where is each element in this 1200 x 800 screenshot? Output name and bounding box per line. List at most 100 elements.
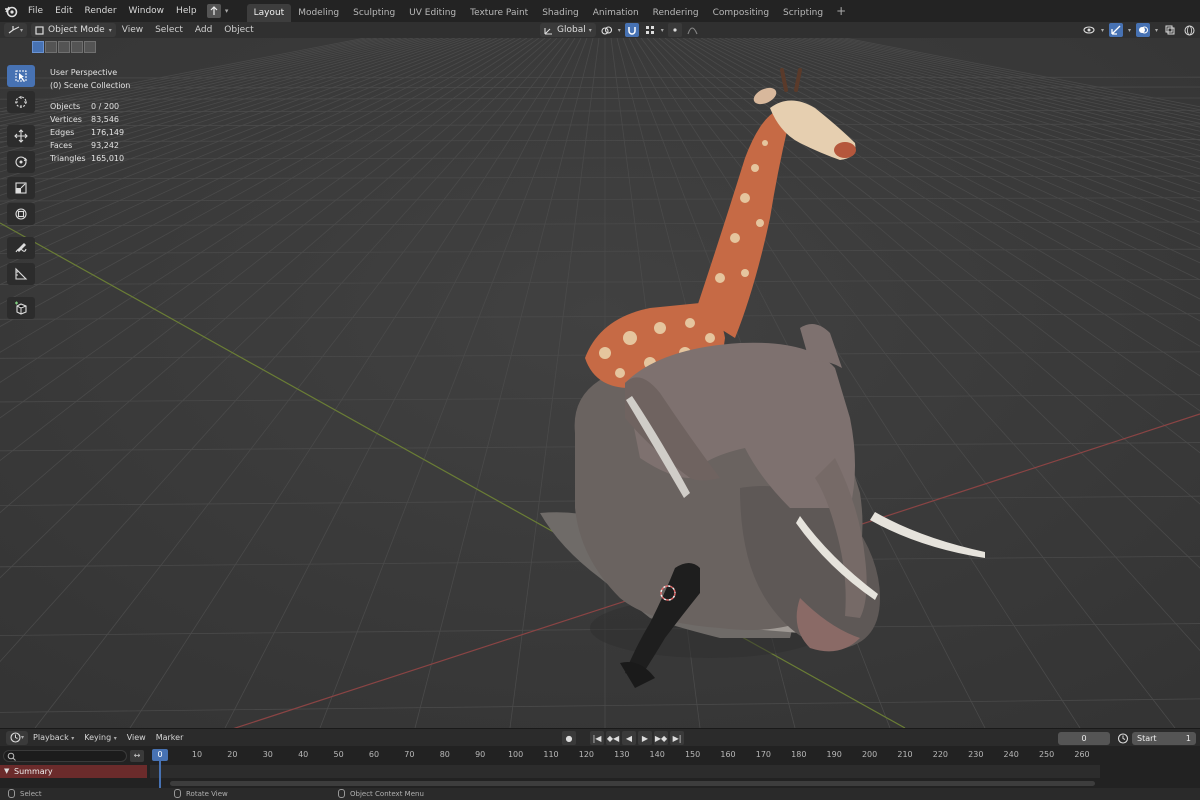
tab-modeling[interactable]: Modeling [291, 4, 346, 22]
chevron-down-icon[interactable]: ▾ [221, 7, 233, 15]
pivot-point-icon[interactable] [600, 23, 614, 37]
measure-icon[interactable] [7, 263, 35, 285]
ruler-tick-label: 260 [1074, 750, 1090, 759]
chevron-down-icon: ▾ [21, 734, 25, 741]
viewport-header: ▾ Object Mode ▾ View Select Add Object G… [0, 22, 1200, 38]
jump-start-icon[interactable]: |◀ [590, 731, 604, 745]
current-frame-indicator[interactable]: 0 [152, 749, 168, 761]
ruler-tick-label: 100 [507, 750, 524, 759]
record-icon[interactable]: ● [562, 731, 576, 745]
tab-sculpting[interactable]: Sculpting [346, 4, 402, 22]
transform-icon[interactable] [7, 203, 35, 225]
add-cube-icon[interactable] [7, 297, 35, 319]
next-keyframe-icon[interactable]: ▶◆ [654, 731, 668, 745]
snap-icon[interactable] [624, 23, 639, 37]
prev-keyframe-icon[interactable]: ◆◀ [606, 731, 620, 745]
proportional-edit-icon[interactable] [667, 23, 682, 37]
select-box-icon[interactable] [7, 65, 35, 87]
move-icon[interactable] [7, 125, 35, 147]
play-reverse-icon[interactable]: ◀ [622, 731, 636, 745]
chevron-down-icon[interactable]: ▾ [618, 27, 621, 34]
falloff-icon[interactable] [686, 23, 700, 37]
select-new-icon[interactable] [32, 41, 44, 53]
select-intersect-icon[interactable] [84, 41, 96, 53]
mode-dropdown[interactable]: Object Mode ▾ [31, 23, 116, 37]
playhead[interactable] [159, 761, 161, 788]
viewport-menu-select[interactable]: Select [149, 25, 189, 35]
shading-wireframe-icon[interactable] [1182, 23, 1196, 37]
timeline-editor-type-button[interactable]: ▾ [6, 730, 29, 745]
mouse-middle-icon [174, 789, 181, 798]
transform-controls: Global ▾ ▾ ▾ [540, 23, 700, 37]
tab-scripting[interactable]: Scripting [776, 4, 830, 22]
viewport-menu-object[interactable]: Object [218, 25, 259, 35]
select-subtract-icon[interactable] [58, 41, 70, 53]
stopwatch-icon[interactable] [1117, 732, 1129, 744]
editor-type-button[interactable]: ▾ [4, 23, 28, 37]
tab-texture-paint[interactable]: Texture Paint [463, 4, 535, 22]
tab-animation[interactable]: Animation [586, 4, 646, 22]
upload-arrow-icon[interactable] [206, 4, 221, 18]
timeline-track[interactable] [150, 765, 1100, 778]
top-bar: File Edit Render Window Help ▾ Layout Mo… [0, 0, 1200, 22]
snap-target-icon[interactable] [643, 23, 657, 37]
menu-file[interactable]: File [22, 0, 49, 22]
timeline-menu-playback[interactable]: Playback ▾ [28, 733, 79, 742]
summary-channel[interactable]: ▼ Summary [0, 765, 147, 778]
viewport-menu-view[interactable]: View [116, 25, 149, 35]
timeline-body[interactable]: ↔ ▼ Summary 10 20 30 40 50 60 70 80 90 100 110 120 1… [0, 746, 1200, 788]
tab-uv-editing[interactable]: UV Editing [402, 4, 463, 22]
transform-orientation-dropdown[interactable]: Global ▾ [540, 23, 596, 37]
menu-help[interactable]: Help [170, 0, 203, 22]
start-frame-field[interactable]: Start 1 [1132, 732, 1196, 745]
timeline-scrollbar[interactable] [170, 781, 1095, 786]
play-icon[interactable]: ▶ [638, 731, 652, 745]
cursor-icon[interactable] [7, 91, 35, 113]
chevron-down-icon[interactable]: ▼ [4, 765, 9, 778]
object-mode-icon [35, 25, 44, 35]
scene-statistics: Objects 0 / 200 Vertices 83,546 Edges 176,1… [50, 100, 130, 165]
annotate-icon[interactable] [7, 237, 35, 259]
ruler-tick-label: 110 [543, 750, 559, 759]
status-rotate-view: Rotate View [174, 789, 228, 798]
chevron-down-icon[interactable]: ▾ [1128, 27, 1131, 34]
xray-icon[interactable] [1163, 23, 1177, 37]
status-bar: Select Rotate View Object Context Menu [0, 788, 1200, 800]
chevron-down-icon[interactable]: ▾ [1155, 27, 1158, 34]
timeline-menu-keying[interactable]: Keying ▾ [79, 733, 121, 742]
gizmo-icon[interactable] [1108, 23, 1123, 37]
menu-render[interactable]: Render [79, 0, 123, 22]
chevron-down-icon[interactable]: ▾ [661, 27, 664, 34]
viewport-menu-add[interactable]: Add [189, 25, 218, 35]
mouse-left-icon [8, 789, 15, 798]
scale-icon[interactable] [7, 177, 35, 199]
rotate-icon[interactable] [7, 151, 35, 173]
tab-shading[interactable]: Shading [535, 4, 586, 22]
selection-mode-buttons [32, 41, 96, 53]
tab-layout[interactable]: Layout [246, 4, 292, 22]
chevron-down-icon: ▾ [108, 26, 112, 34]
tab-rendering[interactable]: Rendering [646, 4, 706, 22]
select-invert-icon[interactable] [71, 41, 83, 53]
select-extend-icon[interactable] [45, 41, 57, 53]
blender-logo-icon[interactable] [0, 0, 22, 22]
current-frame-field[interactable]: 0 [1058, 732, 1110, 745]
menu-edit[interactable]: Edit [49, 0, 78, 22]
timeline-menu-view[interactable]: View [122, 733, 151, 742]
3d-viewport[interactable] [0, 38, 1200, 728]
ruler-tick-label: 60 [368, 750, 380, 759]
ruler-tick-label: 40 [298, 750, 309, 759]
mode-label: Object Mode [48, 25, 105, 35]
tab-compositing[interactable]: Compositing [706, 4, 776, 22]
add-workspace-button[interactable]: + [830, 4, 852, 18]
timeline-menu-marker[interactable]: Marker [151, 733, 189, 742]
visibility-icon[interactable] [1082, 23, 1096, 37]
jump-end-icon[interactable]: ▶| [670, 731, 684, 745]
timeline-search-input[interactable] [3, 750, 127, 762]
tool-shelf [7, 65, 35, 319]
menu-window[interactable]: Window [123, 0, 171, 22]
chevron-down-icon[interactable]: ▾ [1101, 27, 1104, 34]
frame-ruler[interactable]: 10 20 30 40 50 60 70 80 90 100 110 120 130 140 150 160 1… [150, 746, 1200, 764]
overlays-icon[interactable] [1135, 23, 1150, 37]
swap-arrows-icon[interactable]: ↔ [130, 750, 144, 762]
